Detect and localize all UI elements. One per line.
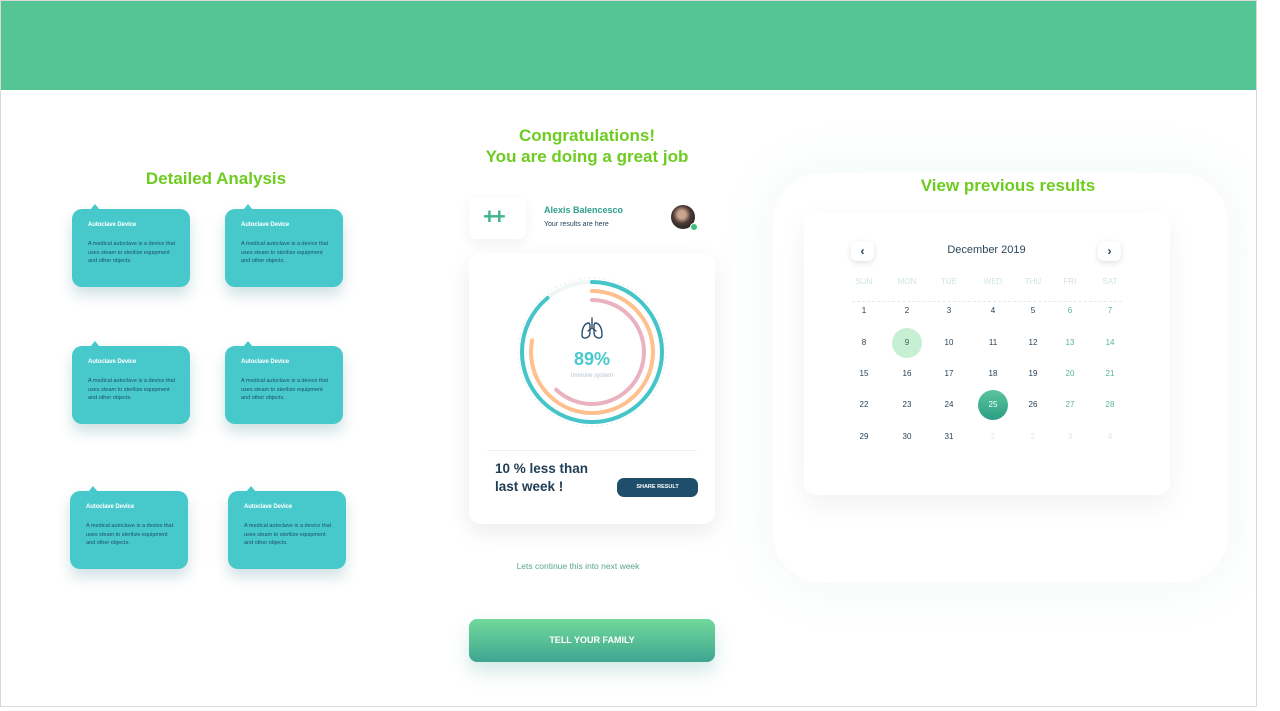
continue-link[interactable]: Lets continue this into next week	[469, 561, 687, 571]
calendar-day[interactable]: 11	[978, 328, 1008, 358]
calendar-day[interactable]: 28	[1095, 390, 1125, 420]
analysis-card-title: Autoclave Device	[86, 504, 135, 510]
analysis-card-title: Autoclave Device	[88, 359, 137, 365]
analysis-card-description: A medical autoclave is a device that use…	[88, 241, 176, 264]
calendar-month: December 2019	[947, 244, 1026, 256]
calendar-day[interactable]: 30	[892, 422, 922, 452]
weekday-label: SUN	[855, 277, 873, 286]
calendar-day[interactable]: 9	[892, 328, 922, 358]
calendar-day[interactable]: 1	[849, 296, 879, 326]
analysis-card[interactable]: Autoclave Device A medical autoclave is …	[70, 486, 188, 569]
calendar-day[interactable]: 13	[1055, 328, 1085, 358]
calendar-day[interactable]: 31	[934, 422, 964, 452]
calendar-day[interactable]: 2	[1018, 422, 1048, 452]
calendar-day[interactable]: 4	[978, 296, 1008, 326]
immune-label: Immune system	[570, 373, 614, 379]
congratulations-line: Congratulations!	[519, 126, 655, 145]
analysis-card-description: A medical autoclave is a device that use…	[244, 523, 332, 546]
weekday-label: SAT	[1102, 277, 1118, 286]
calendar-day[interactable]: 4	[1095, 422, 1125, 452]
weekly-comparison-text: 10 % less than last week !	[495, 461, 589, 494]
user-subtitle: Your results are here	[544, 221, 609, 228]
calendar-day[interactable]: 16	[892, 359, 922, 389]
analysis-card-title: Autoclave Device	[241, 222, 290, 228]
calendar-day[interactable]: 12	[1018, 328, 1048, 358]
calendar-day[interactable]: 24	[934, 390, 964, 420]
calendar-day[interactable]: 21	[1095, 359, 1125, 389]
calendar-day[interactable]: 27	[1055, 390, 1085, 420]
weekday-label: TUE	[941, 277, 957, 286]
analysis-card-title: Autoclave Device	[244, 504, 293, 510]
plus-card[interactable]: ++	[469, 197, 526, 239]
analysis-card[interactable]: Autoclave Device A medical autoclave is …	[228, 486, 346, 569]
great-job-line: You are doing a great job	[485, 147, 689, 166]
plus-icon: ++	[483, 204, 506, 229]
calendar-day[interactable]: 2	[892, 296, 922, 326]
calendar-day[interactable]: 18	[978, 359, 1008, 389]
result-card: 89% Immune system 10 % less than last we…	[469, 253, 715, 524]
top-header-bar	[1, 1, 1256, 90]
congratulations-heading: Congratulations! You are doing a great j…	[441, 125, 733, 167]
analysis-card-description: A medical autoclave is a device that use…	[241, 241, 329, 264]
app-frame: Detailed Analysis Autoclave Device A med…	[0, 0, 1257, 707]
weekday-label: WED	[983, 277, 1003, 286]
calendar-day[interactable]: 14	[1095, 328, 1125, 358]
analysis-card[interactable]: Autoclave Device A medical autoclave is …	[72, 204, 190, 287]
lungs-icon	[581, 317, 603, 339]
immune-percentage: 89%	[573, 349, 611, 369]
calendar-day[interactable]: 7	[1095, 296, 1125, 326]
share-result-button[interactable]: SHARE RESULT	[617, 478, 698, 497]
analysis-card[interactable]: Autoclave Device A medical autoclave is …	[72, 341, 190, 424]
calendar-day[interactable]: 17	[934, 359, 964, 389]
card-divider	[487, 450, 697, 451]
calendar: ‹ December 2019 › SUN MON TUE WED THU FRI SAT 1…	[804, 213, 1170, 495]
weekday-label: MON	[897, 277, 917, 286]
user-name: Alexis Balencesco	[544, 205, 624, 215]
calendar-day[interactable]: 5	[1018, 296, 1048, 326]
chevron-right-icon[interactable]: ›	[1098, 241, 1121, 261]
weekday-label: FRI	[1063, 277, 1077, 286]
calendar-day[interactable]: 3	[934, 296, 964, 326]
calendar-day[interactable]: 15	[849, 359, 879, 389]
chevron-left-icon[interactable]: ‹	[851, 241, 874, 261]
analysis-card-description: A medical autoclave is a device that use…	[86, 523, 174, 546]
calendar-day[interactable]: 19	[1018, 359, 1048, 389]
calendar-day[interactable]: 23	[892, 390, 922, 420]
calendar-day[interactable]: 6	[1055, 296, 1085, 326]
calendar-day[interactable]: 22	[849, 390, 879, 420]
calendar-day[interactable]: 3	[1055, 422, 1085, 452]
detailed-analysis-title: Detailed Analysis	[145, 169, 287, 188]
analysis-card-description: A medical autoclave is a device that use…	[241, 378, 329, 401]
calendar-day[interactable]: 25	[978, 390, 1008, 420]
calendar-day[interactable]: 1	[978, 422, 1008, 452]
calendar-day[interactable]: 10	[934, 328, 964, 358]
calendar-day[interactable]: 8	[849, 328, 879, 358]
online-status-dot	[690, 223, 698, 231]
analysis-card[interactable]: Autoclave Device A medical autoclave is …	[225, 204, 343, 287]
tell-your-family-button[interactable]: TELL YOUR FAMILY	[469, 619, 715, 662]
analysis-card-title: Autoclave Device	[88, 222, 137, 228]
analysis-card-title: Autoclave Device	[241, 359, 290, 365]
analysis-card-description: A medical autoclave is a device that use…	[88, 378, 176, 401]
weekday-label: THU	[1024, 277, 1042, 286]
calendar-day[interactable]: 29	[849, 422, 879, 452]
analysis-card[interactable]: Autoclave Device A medical autoclave is …	[225, 341, 343, 424]
calendar-day[interactable]: 20	[1055, 359, 1085, 389]
calendar-day[interactable]: 26	[1018, 390, 1048, 420]
